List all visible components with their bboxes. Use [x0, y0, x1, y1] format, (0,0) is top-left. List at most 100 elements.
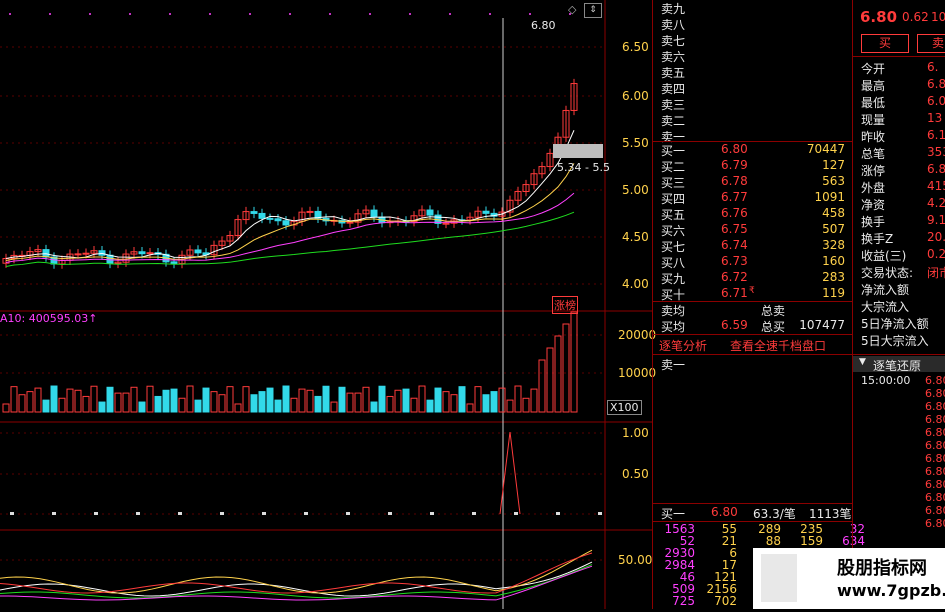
volume-bar — [186, 385, 194, 413]
volume-bar — [474, 386, 482, 413]
indicator-dot — [94, 512, 98, 515]
volume-ma-label: A10: 400595.03↑ — [0, 312, 98, 325]
buy-level-row[interactable]: 买十 6.71 ₹119 — [661, 286, 851, 302]
volume-bar — [234, 403, 242, 413]
buy-level-volume: 283 — [822, 270, 845, 284]
trade-title: 逐笔还原 — [873, 359, 922, 373]
buy-level-row[interactable]: 买八 6.73 160 — [661, 254, 851, 270]
volume-bar — [394, 389, 402, 413]
sell-level-label: 卖六 — [661, 50, 686, 64]
volume-tick-label: 20000 — [618, 328, 657, 342]
volume-bar — [82, 395, 90, 413]
sell-level-row[interactable]: 卖八 — [661, 16, 851, 32]
quote-row-label: 5日大宗流入 — [861, 334, 929, 348]
quote-row-value: 闭市 — [927, 266, 945, 280]
buy-level-price: 6.78 — [721, 174, 748, 188]
volume-bar — [130, 386, 138, 413]
trade-price: 6.80 — [925, 400, 945, 413]
candle-body — [250, 211, 258, 214]
buy-level-row[interactable]: 买四 6.77 1091 — [661, 190, 851, 206]
sell-level-row[interactable]: 卖三 — [661, 96, 851, 112]
volume-bar — [402, 388, 410, 413]
total-buy-value: 107477 — [799, 318, 845, 332]
quote-row-label: 昨收 — [861, 130, 886, 144]
buy-level-price: 6.72 — [721, 270, 748, 284]
buy-level-row[interactable]: 买二 6.79 127 — [661, 158, 851, 174]
sell-level-row[interactable]: 卖四 — [661, 80, 851, 96]
quote-row-label: 换手 — [861, 215, 886, 229]
buy-button[interactable]: 买 — [861, 34, 909, 53]
price-tick-label: 4.00 — [622, 277, 649, 291]
buy-level-row[interactable]: 买一 6.80 70447 — [661, 142, 851, 158]
buy-level-label: 买九 — [661, 272, 686, 286]
volume-bar — [378, 385, 386, 413]
tag-badge[interactable]: 涨榜 — [552, 296, 578, 314]
avg-buy-value: 6.59 — [721, 318, 748, 332]
price-tick-label: 4.50 — [622, 230, 649, 244]
candle-body — [274, 218, 282, 222]
price-tick-label: 5.50 — [622, 136, 649, 150]
sell-level-row[interactable]: 卖九 — [661, 0, 851, 16]
indicator-dot — [136, 512, 140, 515]
trade-price: 6.80 — [925, 465, 945, 478]
buy-level-label: 买八 — [661, 256, 686, 270]
buy-level-row[interactable]: 买三 6.78 563 — [661, 174, 851, 190]
volume-bar — [514, 385, 522, 413]
high-price-label: 6.80 — [531, 19, 556, 32]
buy-level-label: 买二 — [661, 160, 686, 174]
quote-row-value: 20.67 — [927, 230, 945, 244]
indicator-dot — [346, 512, 350, 515]
sell-level-row[interactable]: 卖二 — [661, 112, 851, 128]
kline-chart-area[interactable]: 6.50 6.00 5.50 5.00 4.50 4.00 6.80 5.34 … — [0, 0, 656, 609]
sell-level-row[interactable]: 卖七 — [661, 32, 851, 48]
volume-bar — [34, 387, 42, 413]
total-sell-label: 总卖 — [761, 304, 786, 318]
indicator-dot — [52, 512, 56, 515]
volume-bar — [10, 386, 18, 413]
trade-price: 6.80 — [925, 517, 945, 530]
tab-fullspeed[interactable]: 查看全速千档盘口 — [730, 337, 826, 354]
volume-bar — [258, 391, 266, 413]
indicator-dot — [472, 512, 476, 515]
volume-bar — [58, 397, 66, 413]
buy-level-price: 6.80 — [721, 142, 748, 156]
volume-bar — [354, 392, 362, 413]
volume-bar — [386, 395, 394, 413]
marker-dot — [289, 13, 291, 15]
trade-price: 6.80 — [925, 413, 945, 426]
indicator-dot — [304, 512, 308, 515]
buy-level-row[interactable]: 买九 6.72 283 — [661, 270, 851, 286]
quote-row: 大宗流入 — [861, 298, 945, 315]
quote-row: 最高 6.8 — [861, 77, 945, 94]
collapse-icon[interactable]: ▼ — [859, 357, 866, 367]
indicator-tick-label: 0.50 — [622, 467, 649, 481]
sell-level-row[interactable]: 卖五 — [661, 64, 851, 80]
buy-level-volume: 458 — [822, 206, 845, 220]
expand-icon[interactable]: ⇕ — [584, 3, 602, 18]
volume-bar — [290, 397, 298, 413]
candle-body — [194, 249, 202, 254]
buy-level-row[interactable]: 买六 6.75 507 — [661, 222, 851, 238]
candle-body — [266, 217, 274, 220]
volume-bar — [202, 387, 210, 413]
sell-button[interactable]: 卖 — [917, 34, 945, 53]
buy-level-price: 6.76 — [721, 206, 748, 220]
trade-price: 6.80 — [925, 426, 945, 439]
buy-level-row[interactable]: 买五 6.76 458 — [661, 206, 851, 222]
price-tick-label: 6.00 — [622, 89, 649, 103]
buy-level-volume: 70447 — [806, 142, 845, 156]
tab-analysis[interactable]: 逐笔分析 — [659, 337, 707, 354]
buy-level-row[interactable]: 买七 6.74 328 — [661, 238, 851, 254]
indicator-dot — [10, 512, 14, 515]
volume-bar — [162, 389, 170, 413]
diamond-icon[interactable]: ◇ — [568, 3, 576, 16]
marker-dot — [529, 13, 531, 15]
buy-level-mark: ₹ — [749, 286, 755, 296]
volume-bar — [90, 385, 98, 413]
bottom-bid-price: 6.80 — [711, 505, 738, 519]
candle-body — [370, 209, 378, 218]
sell-level-row[interactable]: 卖六 — [661, 48, 851, 64]
indicator-dot — [514, 512, 518, 515]
volume-bar — [146, 385, 154, 413]
marker-dot — [49, 13, 51, 15]
